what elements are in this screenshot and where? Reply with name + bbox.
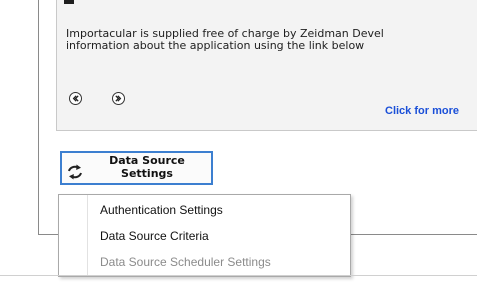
data-source-settings-label: Data Source Settings xyxy=(82,154,212,180)
menu-icon-gutter xyxy=(59,195,88,276)
bottom-divider xyxy=(0,275,477,276)
previous-button[interactable] xyxy=(69,92,82,105)
data-source-settings-button[interactable]: Data Source Settings xyxy=(60,151,213,185)
screen: Importacular is supplied free of charge … xyxy=(0,0,477,285)
chevron-right-icon xyxy=(115,95,122,102)
info-text: Importacular is supplied free of charge … xyxy=(66,28,477,52)
menu-item-data-source-criteria[interactable]: Data Source Criteria xyxy=(100,229,209,243)
heading-fragment xyxy=(64,0,74,4)
data-source-settings-label-line-1: Data Source xyxy=(109,154,185,167)
menu-item-data-source-scheduler-settings: Data Source Scheduler Settings xyxy=(100,255,271,269)
info-line-2: information about the application using … xyxy=(66,39,365,52)
data-source-settings-label-line-2: Settings xyxy=(121,167,173,180)
chevron-left-icon xyxy=(72,95,79,102)
next-button[interactable] xyxy=(112,92,125,105)
click-for-more-link[interactable]: Click for more xyxy=(385,105,459,117)
menu-item-authentication-settings[interactable]: Authentication Settings xyxy=(100,203,223,217)
data-source-settings-menu: Authentication Settings Data Source Crit… xyxy=(58,194,351,277)
